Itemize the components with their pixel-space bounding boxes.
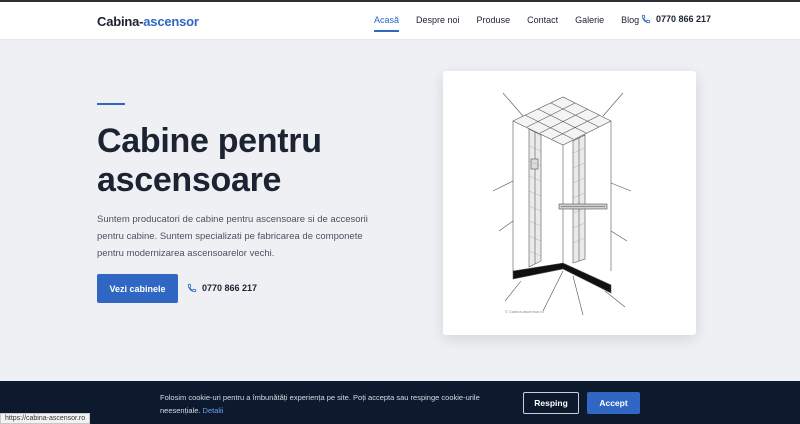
header-phone-link[interactable]: 0770 866 217 <box>641 14 711 24</box>
nav-item-blog[interactable]: Blog <box>621 15 639 25</box>
site-logo[interactable]: Cabina-ascensor <box>97 14 199 29</box>
site-header: Cabina-ascensor Acasă Despre noi Produse… <box>0 2 800 40</box>
main-nav: Acasă Despre noi Produse Contact Galerie… <box>374 15 656 32</box>
hero-phone-link[interactable]: 0770 866 217 <box>187 283 257 293</box>
nav-item-despre-noi[interactable]: Despre noi <box>416 15 460 25</box>
cookie-accept-button[interactable]: Accept <box>587 392 640 414</box>
nav-item-produse[interactable]: Produse <box>477 15 511 25</box>
header-phone-number: 0770 866 217 <box>656 14 712 24</box>
hero-description: Suntem producatori de cabine pentru asce… <box>97 214 368 259</box>
elevator-cabin-illustration: © Cabina-ascensor.ro <box>492 92 632 316</box>
cookie-reject-button[interactable]: Resping <box>523 392 579 414</box>
hero-phone-number: 0770 866 217 <box>202 283 258 293</box>
phone-icon <box>187 283 197 293</box>
phone-icon <box>641 14 651 24</box>
cookie-message: Folosim cookie-uri pentru a îmbunătăți e… <box>160 393 480 415</box>
nav-item-acasa[interactable]: Acasă <box>374 15 400 32</box>
nav-item-contact[interactable]: Contact <box>527 15 558 25</box>
status-bar-url: https://cabina-ascensor.ro <box>0 413 91 424</box>
view-cabins-button[interactable]: Vezi cabinele <box>97 274 178 303</box>
title-accent-bar <box>97 103 125 105</box>
cookie-banner: Folosim cookie-uri pentru a îmbunătăți e… <box>0 381 800 424</box>
hero-image-card: © Cabina-ascensor.ro <box>443 71 696 335</box>
image-caption: © Cabina-ascensor.ro <box>505 309 545 314</box>
hero-title: Cabine pentru ascensoare <box>97 122 322 199</box>
cookie-details-link[interactable]: Detalii <box>203 406 224 415</box>
nav-item-galerie[interactable]: Galerie <box>575 15 604 25</box>
